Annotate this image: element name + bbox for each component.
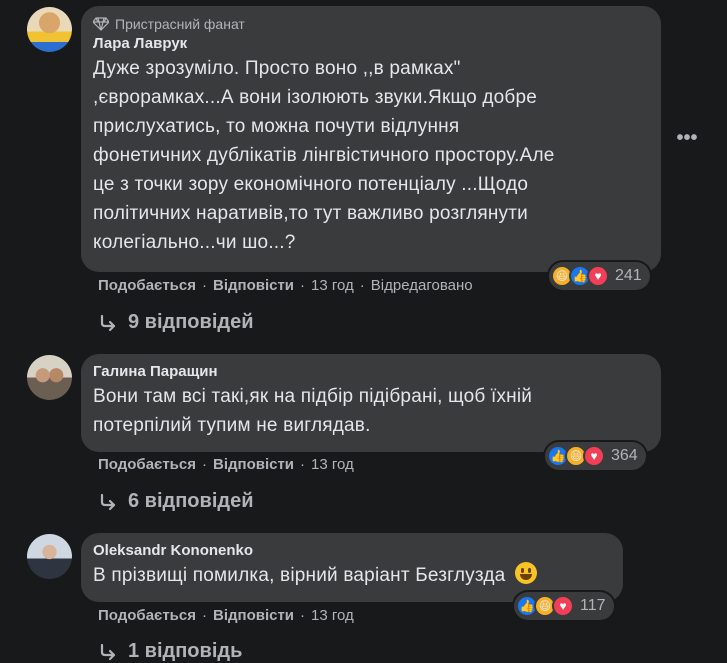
reply-arrow-icon: [100, 493, 116, 510]
avatar[interactable]: [27, 534, 72, 579]
separator: ·: [201, 456, 207, 473]
comment-actions: Подобається · Відповісти · 13 год: [98, 607, 354, 624]
reply-button[interactable]: Відповісти: [213, 456, 294, 473]
badge-label: Пристрасний фанат: [115, 16, 245, 32]
replies-count-label: 9 відповідей: [128, 311, 254, 333]
grinning-emoji-icon: [514, 562, 537, 584]
reaction-count: 241: [615, 267, 642, 284]
comment-author[interactable]: Oleksandr Kononenko: [93, 541, 611, 561]
comment-text: В прізвищі помилка, вірний варіант Безгл…: [93, 561, 611, 590]
separator: ·: [300, 607, 306, 624]
view-replies-button[interactable]: 6 відповідей: [98, 490, 254, 513]
reactions-summary[interactable]: 👍 😆 ♥ 364: [545, 442, 646, 470]
comment-text: Вони там всі такі,як на підбір підібрані…: [93, 386, 533, 436]
separator: ·: [201, 607, 207, 624]
comment-actions: Подобається · Відповісти · 13 год: [98, 456, 354, 473]
more-horizontal-icon[interactable]: •••: [672, 126, 702, 150]
reaction-count: 364: [611, 447, 638, 464]
edited-label[interactable]: Відредаговано: [371, 277, 473, 294]
comment-text: Дуже зрозуміло. Просто воно ,,в рамках" …: [93, 58, 555, 253]
comment-actions: Подобається · Відповісти · 13 год · Відр…: [98, 277, 473, 294]
reply-arrow-icon: [100, 314, 116, 331]
comment-author[interactable]: Лара Лаврук: [93, 34, 649, 54]
love-reaction-icon: ♥: [552, 595, 574, 617]
avatar[interactable]: [27, 355, 72, 400]
replies-count-label: 6 відповідей: [128, 490, 254, 512]
comment-time[interactable]: 13 год: [311, 456, 354, 473]
separator: ·: [359, 277, 365, 294]
comment-bubble: Галина Паращин Вони там всі такі,як на п…: [81, 354, 661, 452]
like-button[interactable]: Подобається: [98, 607, 196, 624]
reactions-summary[interactable]: 👍 😆 ♥ 117: [514, 592, 614, 620]
reaction-count: 117: [580, 597, 606, 614]
reply-button[interactable]: Відповісти: [213, 277, 294, 294]
like-button[interactable]: Подобається: [98, 277, 196, 294]
separator: ·: [300, 277, 306, 294]
comment-bubble: Пристрасний фанат Лара Лаврук Дуже зрозу…: [81, 6, 661, 272]
like-button[interactable]: Подобається: [98, 456, 196, 473]
comment-author[interactable]: Галина Паращин: [93, 362, 649, 382]
separator: ·: [300, 456, 306, 473]
love-reaction-icon: ♥: [583, 445, 605, 467]
view-replies-button[interactable]: 9 відповідей: [98, 311, 254, 334]
diamond-icon: [93, 17, 109, 31]
reactions-summary[interactable]: 😆 👍 ♥ 241: [549, 262, 650, 290]
comment-time[interactable]: 13 год: [311, 277, 354, 294]
reply-button[interactable]: Відповісти: [213, 607, 294, 624]
comment-text-content: В прізвищі помилка, вірний варіант Безгл…: [93, 565, 506, 586]
avatar[interactable]: [27, 7, 72, 52]
separator: ·: [201, 277, 207, 294]
comment-time[interactable]: 13 год: [311, 607, 354, 624]
love-reaction-icon: ♥: [587, 265, 609, 287]
fan-badge[interactable]: Пристрасний фанат: [93, 14, 649, 34]
